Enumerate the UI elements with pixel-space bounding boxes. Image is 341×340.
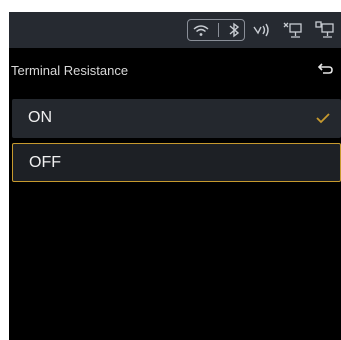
vci-connection-icon — [313, 21, 337, 39]
option-off[interactable]: OFF — [12, 143, 341, 182]
connectivity-box — [187, 19, 245, 41]
page-title: Terminal Resistance — [11, 63, 129, 78]
back-arrow-icon[interactable] — [317, 61, 335, 77]
option-label: ON — [28, 109, 52, 126]
option-label: OFF — [29, 154, 61, 171]
device-screen: Terminal Resistance ON OFF — [9, 12, 341, 340]
page-header: Terminal Resistance — [9, 48, 341, 92]
device-link-icon — [281, 21, 305, 39]
option-on[interactable]: ON — [12, 99, 341, 138]
signal-icon — [251, 22, 273, 38]
bluetooth-icon — [228, 22, 240, 38]
wifi-icon — [192, 23, 210, 37]
checkmark-icon — [315, 111, 331, 125]
divider — [218, 23, 220, 37]
status-bar — [9, 12, 341, 48]
status-icons — [187, 12, 341, 48]
